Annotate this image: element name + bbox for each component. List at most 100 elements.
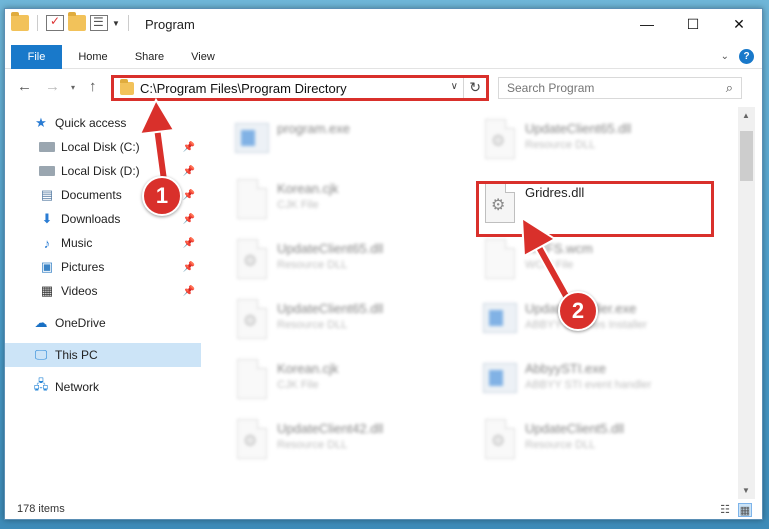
forward-button[interactable]: → [45, 78, 60, 95]
file-item[interactable]: ⚙ UpdateClient42.dll Resource DLL [229, 415, 469, 467]
scroll-up-icon[interactable]: ▲ [742, 111, 750, 120]
toolbar-divider [37, 15, 38, 31]
file-item[interactable]: ⚙ UpdateClient5.dll Resource DLL [477, 415, 717, 467]
window-controls: — ☐ ✕ [624, 9, 762, 39]
scroll-down-icon[interactable]: ▼ [742, 486, 750, 495]
address-bar[interactable]: C:\Program Files\Program Directory ∨ ↻ [111, 75, 489, 101]
large-icons-view-icon[interactable]: ▦ [738, 503, 752, 517]
window-title: Program [145, 17, 195, 32]
details-view-icon[interactable]: ☷ [718, 503, 732, 517]
explorer-window: ▼ Program — ☐ ✕ File Home Share View ⌄ ?… [4, 8, 763, 520]
checkbox-icon[interactable] [46, 14, 64, 31]
file-item[interactable]: UpdateInstaller.exe ABBYY Updates Instal… [477, 295, 717, 347]
search-icon[interactable]: ⌕ [726, 80, 733, 96]
file-type: Resource DLL [525, 139, 596, 151]
file-item[interactable]: AbbyySTI.exe ABBYY STI event handler [477, 355, 717, 407]
pin-icon[interactable]: 📌 [183, 142, 195, 153]
sidebar-item-this-pc[interactable]: 🖵 This PC [5, 343, 201, 367]
search-input[interactable] [499, 78, 709, 98]
file-item[interactable]: ⚙ UpdateClient65.dll Resource DLL [477, 115, 717, 167]
recent-locations-button[interactable]: ▾ [71, 83, 75, 92]
exe-icon [481, 357, 517, 401]
properties-icon[interactable] [90, 15, 108, 31]
chevron-down-icon[interactable]: ▼ [112, 19, 120, 28]
expand-ribbon-icon[interactable]: ⌄ [721, 51, 729, 62]
help-icon[interactable]: ? [739, 49, 754, 64]
file-name: UpdateClient65.dll [525, 121, 632, 136]
file-name: UpdateClient5.dll [525, 421, 625, 436]
file-name: UpdateClient65.dll [277, 301, 384, 316]
file-type: CJK File [277, 199, 319, 211]
file-type: WCM File [525, 259, 574, 271]
file-icon [481, 237, 517, 281]
ribbon-tabs: File Home Share View ⌄ ? [5, 45, 762, 69]
pin-icon[interactable]: 📌 [183, 238, 195, 249]
quick-access-toolbar: ▼ [11, 12, 133, 31]
sidebar-item-videos[interactable]: ▦ Videos 📌 [5, 279, 201, 303]
sidebar-item-label: Pictures [61, 260, 105, 274]
chevron-down-icon[interactable]: ∨ [451, 81, 458, 92]
tab-home[interactable]: Home [69, 45, 117, 69]
pin-icon[interactable]: 📌 [183, 166, 195, 177]
sidebar-item-music[interactable]: ♪ Music 📌 [5, 231, 201, 255]
vertical-scrollbar[interactable]: ▲ ▼ [738, 107, 755, 499]
scroll-thumb[interactable] [740, 131, 753, 181]
item-count: 178 items [17, 503, 65, 515]
sidebar-item-label: This PC [55, 348, 98, 362]
exe-icon [233, 117, 269, 161]
file-type: Resource DLL [277, 259, 348, 271]
tab-file[interactable]: File [11, 45, 62, 69]
sidebar-item-pictures[interactable]: ▣ Pictures 📌 [5, 255, 201, 279]
sidebar-item-quick-access[interactable]: ★ Quick access [5, 111, 201, 135]
search-box[interactable]: ⌕ [498, 77, 742, 99]
toolbar-divider [127, 15, 129, 31]
dll-icon: ⚙ [233, 417, 269, 461]
back-button[interactable]: ← [17, 78, 32, 95]
dll-icon: ⚙ [233, 297, 269, 341]
exe-icon [481, 297, 517, 341]
dll-icon: ⚙ [233, 237, 269, 281]
this-pc-icon: 🖵 [34, 347, 48, 362]
sidebar-item-label: OneDrive [55, 316, 106, 330]
pin-icon[interactable]: 📌 [183, 262, 195, 273]
file-name: UpdateClient65.dll [277, 241, 384, 256]
close-button[interactable]: ✕ [716, 9, 762, 39]
sidebar-item-local-disk-c[interactable]: Local Disk (C:) 📌 [5, 135, 201, 159]
downloads-icon: ⬇ [41, 211, 53, 226]
sidebar-item-label: Quick access [55, 116, 127, 130]
refresh-icon[interactable]: ↻ [469, 79, 481, 96]
tab-share[interactable]: Share [127, 45, 172, 69]
file-name: Korean.cjk [277, 181, 339, 196]
file-item[interactable]: WPFS.wcm WCM File [477, 235, 717, 287]
minimize-button[interactable]: — [624, 9, 670, 39]
file-item[interactable]: Korean.cjk CJK File [229, 355, 469, 407]
file-item[interactable]: Korean.cjk CJK File [229, 175, 469, 227]
file-item[interactable]: ⚙ UpdateClient65.dll Resource DLL [229, 235, 469, 287]
disk-icon [39, 140, 55, 154]
maximize-button[interactable]: ☐ [670, 9, 716, 39]
documents-icon: ▤ [40, 187, 54, 202]
address-path[interactable]: C:\Program Files\Program Directory [140, 81, 347, 96]
pin-icon[interactable]: 📌 [183, 190, 195, 201]
address-divider [463, 78, 464, 98]
folder-icon [120, 79, 134, 95]
dll-icon: ⚙ [481, 417, 517, 461]
sidebar-item-label: Downloads [61, 212, 121, 226]
sidebar-item-onedrive[interactable]: ☁ OneDrive [5, 311, 201, 335]
sidebar-item-network[interactable]: 🖧 Network [5, 375, 201, 399]
file-name: program.exe [277, 121, 350, 136]
tab-view[interactable]: View [181, 45, 225, 69]
onedrive-icon: ☁ [34, 315, 48, 330]
new-folder-icon[interactable] [68, 12, 86, 31]
file-type: CJK File [277, 379, 319, 391]
pin-icon[interactable]: 📌 [183, 214, 195, 225]
step-marker-2: 2 [558, 291, 598, 331]
file-type: Resource DLL [525, 439, 596, 451]
file-item[interactable]: program.exe [229, 115, 469, 167]
file-type: Resource DLL [277, 439, 348, 451]
pin-icon[interactable]: 📌 [183, 286, 195, 297]
up-button[interactable]: ↑ [89, 78, 97, 95]
sidebar-item-label: Local Disk (D:) [61, 164, 140, 178]
file-list: program.exe Korean.cjk CJK File ⚙ Update… [203, 107, 738, 497]
file-item[interactable]: ⚙ UpdateClient65.dll Resource DLL [229, 295, 469, 347]
